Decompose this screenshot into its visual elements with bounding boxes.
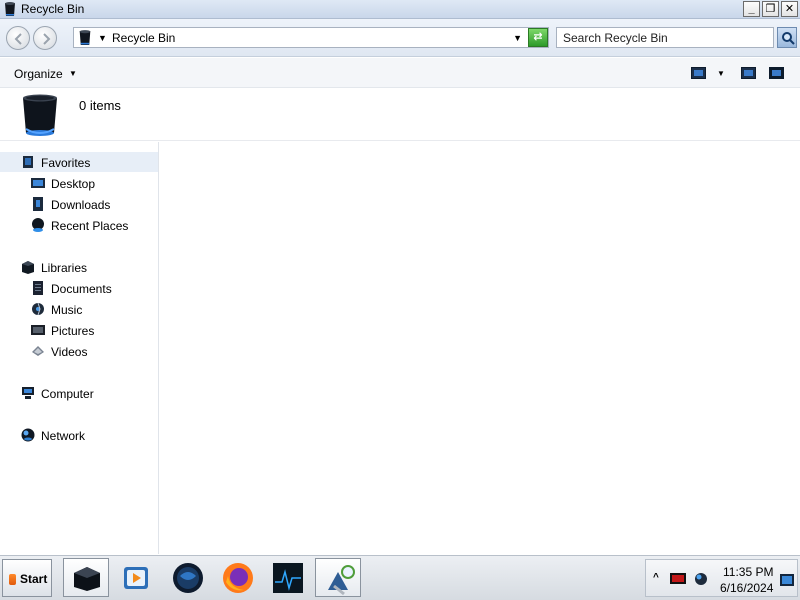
nav-label: Network bbox=[41, 429, 86, 443]
forward-button[interactable] bbox=[33, 26, 57, 50]
recycle-bin-large-icon bbox=[23, 94, 57, 136]
globe-icon bbox=[173, 563, 203, 593]
search-input[interactable] bbox=[557, 28, 767, 47]
taskbar-settings-button[interactable] bbox=[315, 558, 361, 597]
nav-label: Videos bbox=[51, 345, 88, 359]
file-list-area[interactable] bbox=[160, 142, 800, 554]
taskbar-monitor-button[interactable] bbox=[265, 558, 311, 597]
clock-date[interactable]: 6/16/2024 bbox=[720, 581, 773, 595]
nav-item-computer[interactable]: Computer bbox=[0, 383, 158, 403]
window-controls: _ ❐ ✕ bbox=[743, 1, 798, 17]
settings-icon bbox=[328, 565, 355, 596]
start-logo-icon bbox=[9, 574, 16, 585]
monitor-icon bbox=[273, 563, 303, 593]
pictures-icon bbox=[31, 325, 45, 335]
music-icon bbox=[32, 302, 44, 316]
favorites-icon bbox=[23, 156, 33, 168]
explorer-icon bbox=[74, 567, 100, 591]
address-history-dropdown-icon[interactable]: ▼ bbox=[513, 33, 522, 43]
start-button[interactable]: Start bbox=[2, 559, 52, 597]
view-options-dropdown-icon[interactable]: ▼ bbox=[717, 69, 725, 78]
back-button[interactable] bbox=[6, 26, 30, 50]
organize-menu[interactable]: Organize bbox=[14, 67, 63, 81]
libraries-icon bbox=[22, 261, 34, 274]
nav-label: Music bbox=[51, 303, 83, 317]
nav-item-documents[interactable]: Documents bbox=[0, 278, 158, 298]
organize-dropdown-icon[interactable]: ▼ bbox=[69, 69, 77, 78]
recycle-bin-icon bbox=[79, 30, 91, 45]
nav-label: Pictures bbox=[51, 324, 95, 338]
system-tray: ^ 11:35 PM 6/16/2024 bbox=[645, 559, 798, 597]
recycle-bin-icon bbox=[5, 2, 15, 16]
search-icon bbox=[782, 32, 795, 45]
back-arrow-icon bbox=[14, 33, 22, 45]
breadcrumb[interactable]: Recycle Bin bbox=[112, 31, 175, 45]
nav-item-libraries[interactable]: Libraries bbox=[0, 257, 158, 277]
change-view-icon[interactable] bbox=[691, 67, 706, 79]
desktop-icon bbox=[31, 178, 45, 188]
nav-label: Favorites bbox=[41, 156, 91, 170]
firefox-icon bbox=[223, 563, 253, 593]
computer-icon bbox=[22, 387, 34, 399]
window-title: Recycle Bin bbox=[21, 2, 85, 16]
clock-time[interactable]: 11:35 PM bbox=[723, 565, 773, 579]
details-header: 0 items bbox=[0, 89, 800, 141]
taskbar-media-player-button[interactable] bbox=[113, 558, 159, 597]
start-label: Start bbox=[20, 572, 48, 586]
nav-item-downloads[interactable]: Downloads bbox=[0, 194, 158, 214]
nav-item-music[interactable]: Music bbox=[0, 299, 158, 319]
videos-icon bbox=[32, 346, 44, 356]
network-icon bbox=[21, 428, 35, 442]
refresh-button[interactable]: ⇄ bbox=[528, 28, 548, 47]
title-bar: Recycle Bin _ ❐ ✕ bbox=[0, 0, 800, 19]
nav-label: Computer bbox=[41, 387, 94, 401]
taskbar-explorer-button[interactable] bbox=[63, 558, 109, 597]
nav-label: Recent Places bbox=[51, 219, 129, 233]
nav-label: Desktop bbox=[51, 177, 96, 191]
downloads-icon bbox=[33, 197, 43, 211]
taskbar-browser-globe-button[interactable] bbox=[165, 558, 211, 597]
address-bar[interactable]: ▼ Recycle Bin ▼ bbox=[73, 27, 549, 48]
forward-arrow-icon bbox=[43, 33, 51, 45]
nav-item-favorites[interactable]: Favorites bbox=[0, 152, 158, 172]
show-desktop-icon[interactable] bbox=[780, 574, 794, 586]
command-bar: Organize ▼ ▼ bbox=[0, 58, 800, 88]
close-button[interactable]: ✕ bbox=[781, 1, 798, 17]
network-status-icon[interactable] bbox=[694, 572, 708, 586]
preview-pane-icon[interactable] bbox=[741, 67, 756, 79]
navigation-pane: Favorites Desktop Downloads Recent Place… bbox=[0, 142, 159, 554]
help-icon[interactable] bbox=[769, 67, 784, 79]
nav-item-desktop[interactable]: Desktop bbox=[0, 173, 158, 193]
restore-button[interactable]: ❐ bbox=[762, 1, 779, 17]
taskbar-firefox-button[interactable] bbox=[215, 558, 261, 597]
show-hidden-icons-icon[interactable]: ^ bbox=[653, 572, 659, 583]
documents-icon bbox=[33, 281, 43, 295]
breadcrumb-chevron-icon[interactable]: ▼ bbox=[98, 33, 107, 43]
nav-label: Downloads bbox=[51, 198, 111, 212]
media-player-icon bbox=[124, 567, 148, 589]
address-row: ▼ Recycle Bin ▼ ⇄ bbox=[0, 19, 800, 57]
nav-item-videos[interactable]: Videos bbox=[0, 341, 158, 361]
refresh-icon: ⇄ bbox=[533, 31, 543, 43]
item-count: 0 items bbox=[79, 98, 121, 113]
search-button[interactable] bbox=[777, 27, 797, 48]
search-box[interactable] bbox=[556, 27, 774, 48]
nav-label: Libraries bbox=[41, 261, 88, 275]
minimize-button[interactable]: _ bbox=[743, 1, 760, 17]
nav-item-recent-places[interactable]: Recent Places bbox=[0, 215, 158, 235]
nav-label: Documents bbox=[51, 282, 112, 296]
nav-item-network[interactable]: Network bbox=[0, 425, 158, 445]
nav-item-pictures[interactable]: Pictures bbox=[0, 320, 158, 340]
battery-icon[interactable] bbox=[670, 573, 686, 584]
taskbar: Start ^ 11:35 PM 6/16/2024 bbox=[0, 555, 800, 600]
recent-places-icon bbox=[32, 218, 44, 232]
